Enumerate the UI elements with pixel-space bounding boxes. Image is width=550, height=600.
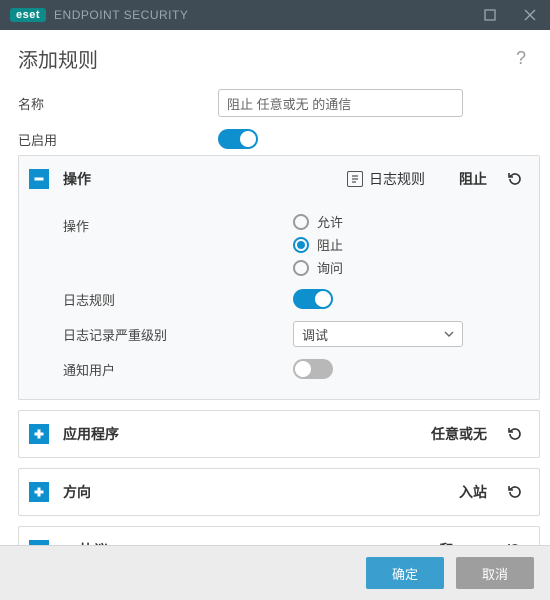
footer: 确定 取消 xyxy=(0,545,550,600)
row-log: 日志规则 xyxy=(19,283,539,315)
section-app-summary: 任意或无 xyxy=(431,424,487,444)
window-close-button[interactable] xyxy=(510,0,550,30)
radio-allow[interactable]: 允许 xyxy=(293,212,343,231)
section-action-summary: 日志规则 阻止 xyxy=(347,169,487,189)
section-action-title: 操作 xyxy=(63,169,91,189)
row-action-choice: 操作 允许 阻止 询问 xyxy=(19,206,539,283)
section-protocol-undo[interactable] xyxy=(501,541,529,545)
ok-button[interactable]: 确定 xyxy=(366,557,444,589)
severity-select[interactable]: 调试 xyxy=(293,321,463,347)
notify-label: 通知用户 xyxy=(63,360,293,379)
summary-log-text: 日志规则 xyxy=(369,169,425,189)
section-direction-undo[interactable] xyxy=(501,483,529,501)
row-notify: 通知用户 xyxy=(19,353,539,385)
severity-label: 日志记录严重级别 xyxy=(63,325,293,344)
notify-toggle[interactable] xyxy=(293,359,333,379)
section-protocol: IP 协议 TCP 和 UDP xyxy=(18,526,540,545)
severity-value: 调试 xyxy=(302,325,328,344)
section-action-undo[interactable] xyxy=(501,170,529,188)
section-action-header[interactable]: 操作 日志规则 阻止 xyxy=(19,156,539,202)
section-app-undo[interactable] xyxy=(501,425,529,443)
expand-icon xyxy=(29,424,49,444)
radio-block[interactable]: 阻止 xyxy=(293,235,343,254)
radio-icon xyxy=(293,237,309,253)
name-label: 名称 xyxy=(18,94,218,113)
window-maximize-button[interactable] xyxy=(470,0,510,30)
section-protocol-header[interactable]: IP 协议 TCP 和 UDP xyxy=(19,527,539,545)
radio-icon xyxy=(293,214,309,230)
section-app-title: 应用程序 xyxy=(63,424,119,444)
radio-allow-label: 允许 xyxy=(317,212,343,231)
name-input[interactable] xyxy=(218,89,463,117)
radio-icon xyxy=(293,260,309,276)
section-protocol-title: IP 协议 xyxy=(63,540,108,545)
help-button[interactable]: ? xyxy=(510,48,532,69)
enabled-toggle[interactable] xyxy=(218,129,258,149)
row-severity: 日志记录严重级别 调试 xyxy=(19,315,539,353)
page-title: 添加规则 xyxy=(18,44,98,73)
section-app-value: 任意或无 xyxy=(431,424,487,444)
expand-icon xyxy=(29,540,49,545)
section-direction-summary: 入站 xyxy=(459,482,487,502)
titlebar: eset ENDPOINT SECURITY xyxy=(0,0,550,30)
section-direction-header[interactable]: 方向 入站 xyxy=(19,469,539,515)
action-row-label: 操作 xyxy=(63,212,293,235)
section-action-body: 操作 允许 阻止 询问 日志规则 xyxy=(19,202,539,399)
radio-block-label: 阻止 xyxy=(317,235,343,254)
cancel-button[interactable]: 取消 xyxy=(456,557,534,589)
brand-badge: eset xyxy=(10,8,46,22)
summary-action-value: 阻止 xyxy=(459,169,487,189)
chevron-down-icon xyxy=(444,327,454,342)
main-scroll[interactable]: 操作 日志规则 阻止 操作 允许 xyxy=(0,155,550,545)
row-enabled: 已启用 xyxy=(0,123,550,155)
enabled-label: 已启用 xyxy=(18,130,218,149)
section-direction-value: 入站 xyxy=(459,482,487,502)
section-direction: 方向 入站 xyxy=(18,468,540,516)
square-icon xyxy=(484,9,496,21)
radio-ask[interactable]: 询问 xyxy=(293,258,343,277)
section-protocol-value: TCP 和 UDP xyxy=(408,540,487,545)
product-name: ENDPOINT SECURITY xyxy=(54,8,188,22)
section-protocol-summary: TCP 和 UDP xyxy=(408,540,487,545)
radio-ask-label: 询问 xyxy=(317,258,343,277)
section-app: 应用程序 任意或无 xyxy=(18,410,540,458)
log-icon xyxy=(347,171,363,187)
close-icon xyxy=(524,9,536,21)
section-direction-title: 方向 xyxy=(63,482,91,502)
log-toggle[interactable] xyxy=(293,289,333,309)
section-action: 操作 日志规则 阻止 操作 允许 xyxy=(18,155,540,400)
expand-icon xyxy=(29,482,49,502)
section-app-header[interactable]: 应用程序 任意或无 xyxy=(19,411,539,457)
row-name: 名称 xyxy=(0,83,550,123)
action-radio-group: 允许 阻止 询问 xyxy=(293,212,343,277)
log-label: 日志规则 xyxy=(63,290,293,309)
page-header: 添加规则 ? xyxy=(0,30,550,83)
collapse-icon xyxy=(29,169,49,189)
